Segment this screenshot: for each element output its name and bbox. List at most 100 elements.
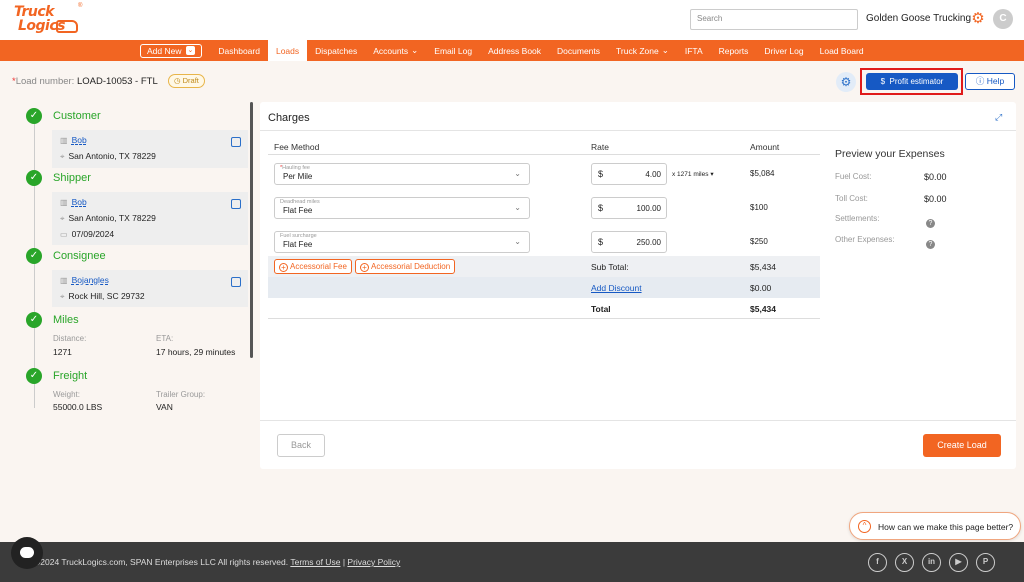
top-bar: Truck Logics ® Search Golden Goose Truck… xyxy=(0,0,1024,40)
gear-icon[interactable]: ⚙ xyxy=(970,11,986,27)
dollar-icon: $ xyxy=(880,77,886,86)
amount-value: $100 xyxy=(750,203,768,212)
deadhead-rate-input[interactable]: $ 100.00 xyxy=(591,197,667,219)
nav-item-documents[interactable]: Documents xyxy=(549,40,608,61)
back-button[interactable]: Back xyxy=(277,434,325,457)
accessorial-deduction-label: Accessorial Deduction xyxy=(371,262,451,271)
deadhead-fee-select[interactable]: Deadhead miles Flat Fee ⌄ xyxy=(274,197,530,219)
company-name[interactable]: Golden Goose Trucking xyxy=(866,13,971,24)
avatar[interactable]: C xyxy=(993,9,1013,29)
question-icon[interactable]: ? xyxy=(926,240,935,249)
nav-item-driver-log[interactable]: Driver Log xyxy=(756,40,811,61)
logo-registered-mark: ® xyxy=(78,3,83,9)
divider xyxy=(268,154,820,155)
fuel-surcharge-rate-input[interactable]: $ 250.00 xyxy=(591,231,667,253)
chat-button[interactable] xyxy=(11,537,43,569)
facebook-icon[interactable]: f xyxy=(868,553,887,572)
customer-name-link[interactable]: Bob xyxy=(72,135,87,145)
status-badge-label: Draft xyxy=(182,76,199,85)
edit-icon[interactable] xyxy=(231,277,241,287)
shipper-name-link[interactable]: Bob xyxy=(72,197,87,207)
weight-value: 55000.0 LBS xyxy=(53,402,103,412)
nav-item-email-log[interactable]: Email Log xyxy=(426,40,480,61)
expand-icon[interactable]: ⤢ xyxy=(995,112,1002,123)
x-icon[interactable]: X xyxy=(895,553,914,572)
privacy-policy-link[interactable]: Privacy Policy xyxy=(347,557,400,567)
terms-of-use-link[interactable]: Terms of Use xyxy=(290,557,340,567)
feedback-text: How can we make this page better? xyxy=(878,522,1014,532)
edit-icon[interactable] xyxy=(231,199,241,209)
chevron-down-icon: ⌄ xyxy=(514,169,521,178)
nav-item-accounts[interactable]: Accounts ⌄ xyxy=(365,40,426,61)
chevron-up-icon: ^ xyxy=(858,520,871,533)
add-new-button[interactable]: Add New ⌄ xyxy=(140,43,203,58)
shipper-address: San Antonio, TX 78229 xyxy=(68,213,156,223)
accessorial-fee-button[interactable]: + Accessorial Fee xyxy=(274,259,352,274)
rate-value: 100.00 xyxy=(636,204,661,213)
feedback-widget[interactable]: ^ How can we make this page better? xyxy=(849,512,1021,540)
divider xyxy=(260,420,1016,421)
col-rate: Rate xyxy=(591,142,609,152)
nav-item-ifta[interactable]: IFTA xyxy=(677,40,711,61)
nav-item-label: Loads xyxy=(275,45,300,56)
hauling-fee-select[interactable]: *Hauling fee Per Mile ⌄ xyxy=(274,163,530,185)
status-badge: ◷ Draft xyxy=(168,74,205,88)
nav-item-dispatches[interactable]: Dispatches xyxy=(307,40,365,61)
hauling-rate-input[interactable]: $ 4.00 xyxy=(591,163,667,185)
copyright-text: ©2024 TruckLogics.com, SPAN Enterprises … xyxy=(34,557,400,567)
question-icon[interactable]: ? xyxy=(926,219,935,228)
nav-item-dashboard[interactable]: Dashboard xyxy=(210,40,268,61)
location-pin-icon: ⌖ xyxy=(60,214,65,223)
search-input[interactable]: Search xyxy=(690,9,858,30)
nav-item-label: Documents xyxy=(557,45,601,56)
eta-label: ETA: xyxy=(156,334,174,343)
shipper-date: 07/09/2024 xyxy=(71,229,115,239)
nav-item-label: Accounts xyxy=(373,45,409,56)
nav-item-label: Dashboard xyxy=(218,45,260,56)
nav-item-address-book[interactable]: Address Book xyxy=(480,40,549,61)
nav-item-label: Load Board xyxy=(819,45,864,56)
subtotal-label: Sub Total: xyxy=(591,262,629,272)
fee-method-value: Flat Fee xyxy=(283,206,313,215)
pinterest-icon[interactable]: P xyxy=(976,553,995,572)
nav-item-load-board[interactable]: Load Board xyxy=(812,40,872,61)
nav-item-truck-zone[interactable]: Truck Zone ⌄ xyxy=(608,40,677,61)
check-icon: ✓ xyxy=(26,248,42,264)
footer-separator: | xyxy=(342,557,346,567)
fuel-surcharge-select[interactable]: Fuel surcharge Flat Fee ⌄ xyxy=(274,231,530,253)
step-consignee-title: Consignee xyxy=(53,250,106,262)
accessorial-fee-label: Accessorial Fee xyxy=(290,262,347,271)
step-miles-title: Miles xyxy=(53,314,79,326)
create-load-button[interactable]: Create Load xyxy=(923,434,1001,457)
miles-multiplier[interactable]: x 1271 miles ▾ xyxy=(672,170,714,178)
profit-estimator-button[interactable]: $ Profit estimator xyxy=(866,73,958,90)
trailer-group-label: Trailer Group: xyxy=(156,390,206,399)
consignee-name-link[interactable]: Bojangles xyxy=(72,275,109,285)
nav-item-loads[interactable]: Loads xyxy=(267,40,308,61)
preview-expenses-panel: Preview your Expenses Fuel Cost: $0.00 T… xyxy=(826,136,1010,320)
nav-item-reports[interactable]: Reports xyxy=(711,40,757,61)
preview-title: Preview your Expenses xyxy=(835,148,945,160)
distance-value: 1271 xyxy=(53,347,72,357)
building-icon: ▥ xyxy=(60,276,68,285)
nav-item-label: Dispatches xyxy=(315,45,358,56)
settings-gear-button[interactable]: ⚙ xyxy=(836,72,856,92)
currency-symbol: $ xyxy=(598,169,604,179)
help-button[interactable]: ⓘ Help xyxy=(965,73,1015,90)
fuel-cost-value: $0.00 xyxy=(924,172,947,182)
accessorial-deduction-button[interactable]: + Accessorial Deduction xyxy=(355,259,456,274)
linkedin-icon[interactable]: in xyxy=(922,553,941,572)
rate-value: 250.00 xyxy=(636,238,661,247)
steps-scrollbar[interactable] xyxy=(250,102,253,358)
add-discount-link[interactable]: Add Discount xyxy=(591,283,642,293)
consignee-card: ▥ Bojangles ⌖ Rock Hill, SC 29732 xyxy=(52,270,248,307)
toll-cost-label: Toll Cost: xyxy=(835,194,868,203)
toll-cost-value: $0.00 xyxy=(924,194,947,204)
consignee-address: Rock Hill, SC 29732 xyxy=(68,291,145,301)
footer: ©2024 TruckLogics.com, SPAN Enterprises … xyxy=(0,542,1024,582)
step-freight-title: Freight xyxy=(53,370,88,382)
trucklogics-logo[interactable]: Truck Logics ® xyxy=(12,3,83,36)
youtube-icon[interactable]: ▶ xyxy=(949,553,968,572)
nav-item-label: Truck Zone xyxy=(616,45,659,56)
edit-icon[interactable] xyxy=(231,137,241,147)
